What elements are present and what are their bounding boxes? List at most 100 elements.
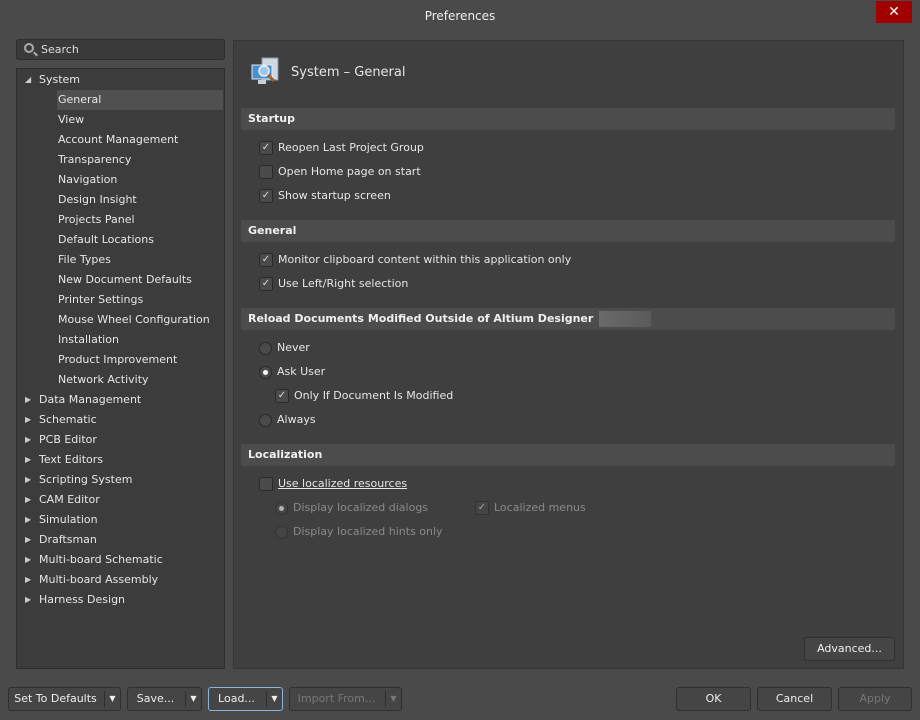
tree-item-label: Text Editors	[39, 453, 104, 466]
chevron-down-icon[interactable]: ▼	[185, 691, 201, 707]
tree-item-draftsman[interactable]: ▶ Draftsman	[25, 530, 224, 550]
label: Always	[277, 413, 316, 426]
expand-arrow-icon[interactable]: ▶	[25, 590, 31, 610]
advanced-button[interactable]: Advanced...	[804, 637, 895, 661]
checkbox-checked[interactable]: ✓	[259, 141, 273, 155]
expand-arrow-icon[interactable]: ▶	[25, 450, 31, 470]
only-if-modified-checkbox[interactable]: ✓ Only If Document Is Modified	[275, 387, 453, 405]
tree-item-printer-settings[interactable]: Printer Settings	[57, 290, 223, 310]
label: Ask User	[277, 365, 326, 378]
localized-menus-checkbox[interactable]: ✓ Localized menus	[475, 499, 586, 517]
tree-item-multi-board-schematic[interactable]: ▶ Multi-board Schematic	[25, 550, 224, 570]
checkbox-unchecked[interactable]	[259, 165, 273, 179]
tree-item-label: Schematic	[39, 413, 97, 426]
expand-arrow-icon[interactable]: ▶	[25, 390, 31, 410]
import-from-button[interactable]: Import From... ▼	[289, 687, 402, 711]
tree-item-simulation[interactable]: ▶ Simulation	[25, 510, 224, 530]
section-title: Reload Documents Modified Outside of Alt…	[248, 312, 594, 325]
chevron-down-icon[interactable]: ▼	[266, 691, 282, 707]
collapse-arrow-icon[interactable]: ◢	[25, 70, 31, 90]
tree-item-scripting-system[interactable]: ▶ Scripting System	[25, 470, 224, 490]
expand-arrow-icon[interactable]: ▶	[25, 430, 31, 450]
chevron-down-icon[interactable]: ▼	[104, 691, 120, 707]
left-right-selection-checkbox[interactable]: ✓ Use Left/Right selection	[259, 275, 408, 293]
section-reload: Reload Documents Modified Outside of Alt…	[241, 308, 895, 330]
tree-item-new-document-defaults[interactable]: New Document Defaults	[57, 270, 223, 290]
reopen-project-group-checkbox[interactable]: ✓ Reopen Last Project Group	[259, 139, 424, 157]
monitor-clipboard-checkbox[interactable]: ✓ Monitor clipboard content within this a…	[259, 251, 571, 269]
tree-item-label: PCB Editor	[39, 433, 97, 446]
label: Display localized hints only	[293, 525, 443, 538]
reload-ask-user-radio[interactable]: Ask User	[259, 363, 325, 381]
expand-arrow-icon[interactable]: ▶	[25, 530, 31, 550]
expand-arrow-icon[interactable]: ▶	[25, 570, 31, 590]
redacted-block	[599, 311, 652, 327]
tree-item-cam-editor[interactable]: ▶ CAM Editor	[25, 490, 224, 510]
label: Set To Defaults	[14, 692, 97, 705]
use-localized-resources-checkbox[interactable]: Use localized resources	[259, 475, 407, 493]
tree-item-account-management[interactable]: Account Management	[57, 130, 223, 150]
tree-item-product-improvement[interactable]: Product Improvement	[57, 350, 223, 370]
close-button[interactable]: ✕	[876, 1, 912, 23]
checkbox-checked[interactable]: ✓	[475, 501, 489, 515]
tree-item-harness-design[interactable]: ▶ Harness Design	[25, 590, 224, 610]
label: Monitor clipboard content within this ap…	[278, 253, 572, 266]
tree-item-design-insight[interactable]: Design Insight	[57, 190, 223, 210]
load-button[interactable]: Load... ▼	[208, 687, 283, 711]
tree-item-label: Multi-board Schematic	[39, 553, 163, 566]
tree-item-view[interactable]: View	[57, 110, 223, 130]
tree-item-installation[interactable]: Installation	[57, 330, 223, 350]
radio[interactable]	[275, 525, 288, 539]
tree-item-network-activity[interactable]: Network Activity	[57, 370, 223, 390]
tree-item-label: Draftsman	[39, 533, 97, 546]
show-startup-screen-checkbox[interactable]: ✓ Show startup screen	[259, 187, 391, 205]
label: Show startup screen	[278, 189, 391, 202]
tree-item-system[interactable]: ◢ System	[25, 70, 224, 90]
ok-button[interactable]: OK	[676, 687, 751, 711]
expand-arrow-icon[interactable]: ▶	[25, 490, 31, 510]
tree-item-label: Scripting System	[39, 473, 133, 486]
set-to-defaults-button[interactable]: Set To Defaults ▼	[8, 687, 121, 711]
checkbox-checked[interactable]: ✓	[259, 253, 273, 267]
label: Display localized dialogs	[293, 501, 429, 514]
tree-item-general[interactable]: General	[57, 90, 223, 110]
section-localization: Localization	[241, 444, 895, 466]
tree-item-transparency[interactable]: Transparency	[57, 150, 223, 170]
search-icon	[24, 43, 34, 53]
tree-item-schematic[interactable]: ▶ Schematic	[25, 410, 224, 430]
radio[interactable]	[259, 341, 272, 355]
open-home-page-checkbox[interactable]: Open Home page on start	[259, 163, 421, 181]
expand-arrow-icon[interactable]: ▶	[25, 550, 31, 570]
tree-item-text-editors[interactable]: ▶ Text Editors	[25, 450, 224, 470]
tree-item-multi-board-assembly[interactable]: ▶ Multi-board Assembly	[25, 570, 224, 590]
localized-hints-radio[interactable]: Display localized hints only	[275, 523, 443, 541]
tree-item-data-management[interactable]: ▶ Data Management	[25, 390, 224, 410]
search-input[interactable]: Search	[16, 39, 225, 60]
expand-arrow-icon[interactable]: ▶	[25, 470, 31, 490]
checkbox-checked[interactable]: ✓	[259, 189, 273, 203]
checkbox-checked[interactable]: ✓	[259, 277, 273, 291]
expand-arrow-icon[interactable]: ▶	[25, 410, 31, 430]
checkbox-checked[interactable]: ✓	[275, 389, 289, 403]
tree-item-mouse-wheel-configuration[interactable]: Mouse Wheel Configuration	[57, 310, 223, 330]
tree-item-label: Multi-board Assembly	[39, 573, 159, 586]
tree-item-pcb-editor[interactable]: ▶ PCB Editor	[25, 430, 224, 450]
reload-never-radio[interactable]: Never	[259, 339, 310, 357]
radio-selected[interactable]	[275, 501, 288, 515]
localized-dialogs-radio[interactable]: Display localized dialogs	[275, 499, 428, 517]
expand-arrow-icon[interactable]: ▶	[25, 510, 31, 530]
cancel-button[interactable]: Cancel	[757, 687, 832, 711]
apply-button[interactable]: Apply	[838, 687, 912, 711]
checkbox-unchecked[interactable]	[259, 477, 273, 491]
tree-item-projects-panel[interactable]: Projects Panel	[57, 210, 223, 230]
tree-item-default-locations[interactable]: Default Locations	[57, 230, 223, 250]
radio[interactable]	[259, 413, 272, 427]
tree-item-navigation[interactable]: Navigation	[57, 170, 223, 190]
chevron-down-icon[interactable]: ▼	[385, 691, 401, 707]
radio-selected[interactable]	[259, 365, 272, 379]
tree-item-file-types[interactable]: File Types	[57, 250, 223, 270]
tree-item-label: System	[39, 73, 81, 86]
save-button[interactable]: Save... ▼	[127, 687, 202, 711]
reload-always-radio[interactable]: Always	[259, 411, 316, 429]
preferences-tree: ◢ System General View Account Management Tran…	[16, 68, 225, 669]
